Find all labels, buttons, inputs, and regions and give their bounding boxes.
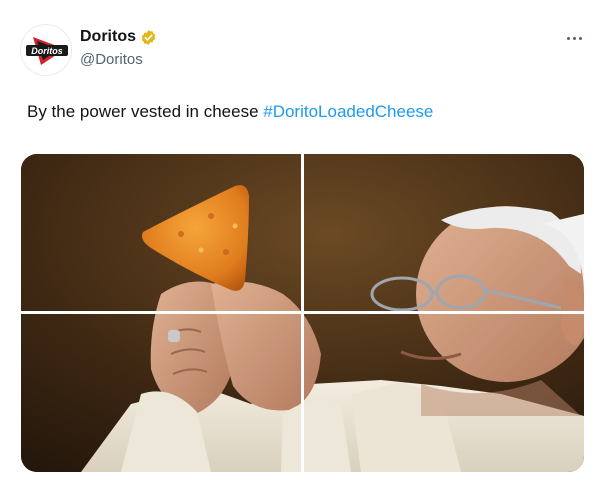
more-dot: [572, 36, 576, 40]
hashtag-link[interactable]: #DoritoLoadedCheese: [263, 102, 433, 121]
more-options-button[interactable]: [563, 28, 585, 48]
tweet-body: By the power vested in cheese: [27, 102, 264, 121]
tweet-image[interactable]: [21, 154, 584, 472]
avatar[interactable]: Doritos: [20, 24, 72, 76]
more-dot: [578, 36, 582, 40]
grid-divider-horizontal: [21, 311, 584, 314]
more-horizontal-icon: [566, 36, 570, 40]
handle[interactable]: @Doritos: [80, 50, 157, 70]
tweet-card: Doritos Doritos @Doritos By the power ve…: [0, 0, 605, 502]
svg-text:Doritos: Doritos: [31, 46, 63, 56]
tweet-text: By the power vested in cheese #DoritoLoa…: [27, 101, 433, 123]
display-name[interactable]: Doritos: [80, 27, 136, 47]
author-block: Doritos @Doritos: [80, 27, 157, 70]
doritos-logo: Doritos: [26, 37, 68, 65]
verified-badge-icon: [140, 29, 157, 46]
